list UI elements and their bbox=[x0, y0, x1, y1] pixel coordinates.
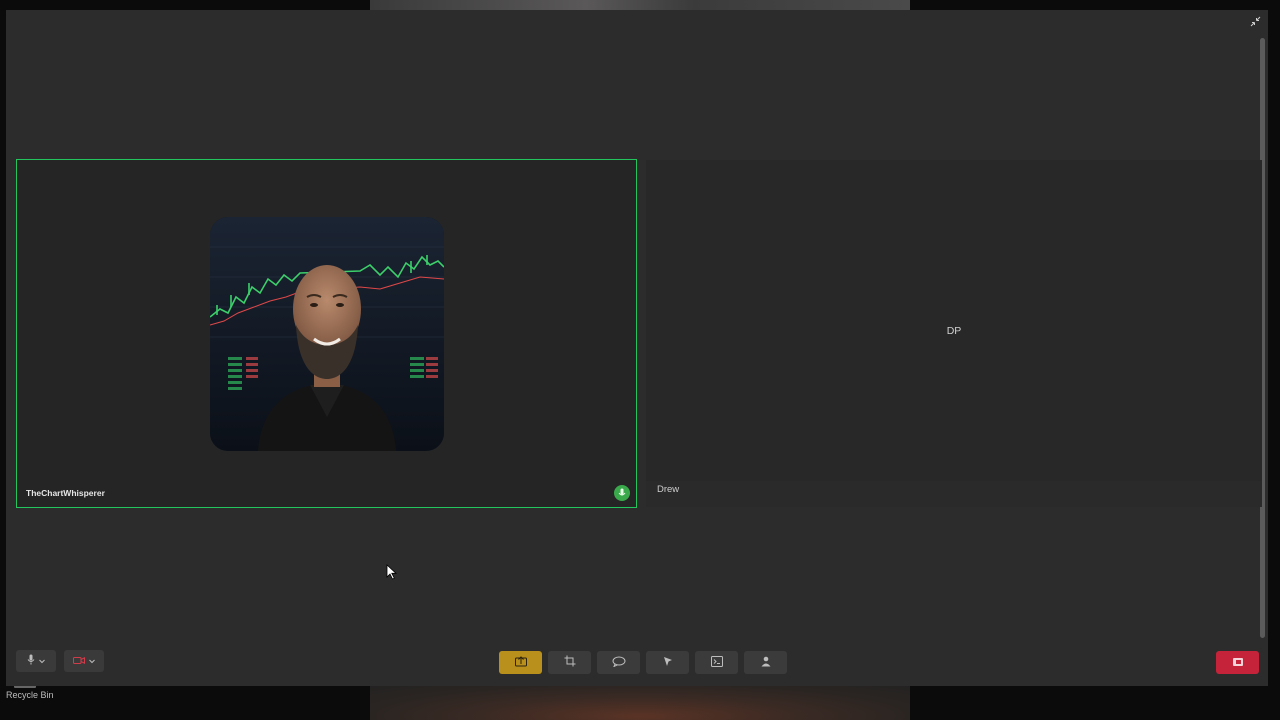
participant-name-strip bbox=[646, 481, 1262, 507]
chat-button[interactable] bbox=[597, 651, 640, 674]
participant-avatar bbox=[210, 217, 444, 451]
end-call-icon bbox=[1232, 654, 1244, 672]
mic-button[interactable] bbox=[16, 650, 56, 672]
chat-icon bbox=[612, 654, 626, 672]
terminal-button[interactable] bbox=[695, 651, 738, 674]
add-participant-button[interactable] bbox=[744, 651, 787, 674]
mic-icon bbox=[614, 485, 630, 501]
mic-icon bbox=[27, 652, 35, 670]
participant-name: Drew bbox=[657, 484, 680, 495]
camera-button[interactable] bbox=[64, 650, 104, 672]
terminal-icon bbox=[710, 654, 723, 672]
participant-name-strip bbox=[17, 481, 636, 507]
meeting-window: TheChartWhisperer DP Drew bbox=[6, 10, 1268, 686]
pointer-icon bbox=[663, 654, 673, 672]
mouse-cursor-icon bbox=[386, 564, 398, 580]
share-screen-icon bbox=[514, 654, 527, 672]
exit-fullscreen-icon[interactable] bbox=[1248, 16, 1262, 30]
pointer-button[interactable] bbox=[646, 651, 689, 674]
chevron-down-icon[interactable] bbox=[38, 657, 46, 665]
participant-name: TheChartWhisperer bbox=[26, 488, 105, 498]
camera-off-icon bbox=[72, 652, 85, 670]
screenshot-icon bbox=[564, 654, 576, 672]
recycle-bin-label[interactable]: Recycle Bin bbox=[6, 690, 54, 700]
toolbar-left bbox=[16, 650, 104, 672]
participant-initials: DP bbox=[946, 325, 962, 337]
add-participant-icon bbox=[760, 654, 772, 672]
toolbar-center bbox=[499, 651, 787, 674]
chevron-down-icon[interactable] bbox=[88, 657, 96, 665]
participant-tile-thechartwhisperer[interactable]: TheChartWhisperer bbox=[16, 159, 637, 508]
desktop: Recycle Bin TheChartWhisperer DP Drew bbox=[0, 0, 1280, 720]
participant-tile-drew[interactable]: DP Drew bbox=[646, 160, 1262, 507]
end-call-button[interactable] bbox=[1216, 651, 1259, 674]
screenshot-button[interactable] bbox=[548, 651, 591, 674]
background-video-bottom bbox=[370, 684, 910, 720]
share-screen-button[interactable] bbox=[499, 651, 542, 674]
